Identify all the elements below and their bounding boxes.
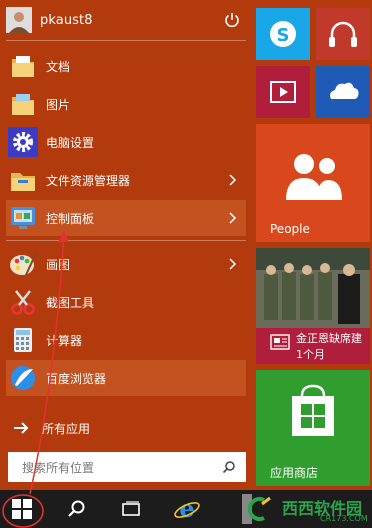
menu-item-snipping-tool[interactable]: 截图工具 — [6, 284, 246, 320]
news-headline: 金正恩缺席建 — [296, 332, 362, 345]
control-panel-icon — [8, 203, 38, 233]
menu-item-label: 图片 — [46, 97, 71, 112]
user-name: pkaust8 — [40, 12, 93, 28]
news-photo — [256, 248, 370, 328]
all-apps-button[interactable]: 所有应用 — [6, 410, 246, 446]
cloud-icon — [330, 82, 359, 99]
menu-item-pc-settings[interactable]: 电脑设置 — [6, 124, 246, 160]
menu-item-control-panel[interactable]: 控制面板 — [6, 200, 246, 236]
menu-item-file-explorer[interactable]: 文件资源管理器 — [6, 162, 246, 198]
svg-text:e: e — [179, 495, 194, 523]
skype-icon: S — [270, 21, 296, 47]
baidu-browser-icon — [8, 363, 38, 393]
news-age: 1个月 — [296, 348, 325, 361]
news-tile[interactable]: 金正恩缺席建 1个月 — [256, 248, 370, 364]
menu-item-label: 文件资源管理器 — [46, 173, 131, 188]
task-view-button[interactable] — [116, 490, 146, 528]
all-apps-label: 所有应用 — [42, 421, 91, 436]
newspaper-icon — [270, 334, 290, 350]
snipping-tool-icon — [8, 287, 38, 317]
internet-explorer-button[interactable]: e — [170, 490, 204, 528]
svg-text:S: S — [277, 25, 290, 46]
paint-icon — [8, 249, 38, 279]
search-icon[interactable] — [222, 460, 236, 474]
divider — [6, 240, 246, 241]
menu-item-label: 截图工具 — [46, 295, 95, 310]
folder-documents-icon — [8, 51, 38, 81]
settings-gear-icon — [8, 127, 38, 157]
taskbar: e 西西软件园 CR173.COM — [0, 490, 372, 528]
menu-item-label: 百度浏览器 — [46, 371, 107, 386]
windows-logo-icon — [12, 499, 32, 519]
live-tiles-area: S People 金正恩缺席建 1个月 应用商店 — [252, 0, 372, 490]
menu-item-label: 计算器 — [46, 333, 83, 348]
site-watermark: 西西软件园 CR173.COM — [230, 490, 372, 528]
store-tile[interactable]: 应用商店 — [256, 370, 370, 486]
user-avatar[interactable] — [6, 7, 32, 33]
video-tile[interactable] — [256, 66, 310, 118]
internet-explorer-icon: e — [174, 495, 200, 523]
chevron-right-icon[interactable] — [228, 173, 238, 187]
onedrive-tile[interactable] — [316, 66, 370, 118]
chevron-right-icon[interactable] — [228, 257, 238, 271]
video-play-icon — [270, 81, 296, 103]
search-input[interactable]: 搜索所有位置 — [8, 452, 246, 482]
music-tile[interactable] — [316, 8, 370, 60]
menu-item-pictures[interactable]: 图片 — [6, 86, 246, 122]
search-placeholder: 搜索所有位置 — [22, 460, 95, 475]
folder-pictures-icon — [8, 89, 38, 119]
store-bag-icon — [292, 384, 334, 436]
menu-item-calculator[interactable]: 计算器 — [6, 322, 246, 358]
user-account[interactable]: pkaust8 — [6, 6, 246, 34]
people-tile[interactable]: People — [256, 124, 370, 242]
start-button[interactable] — [0, 490, 44, 528]
menu-item-baidu-browser[interactable]: 百度浏览器 — [6, 360, 246, 396]
search-icon — [68, 500, 85, 517]
taskbar-search-button[interactable] — [62, 490, 92, 528]
people-label: People — [270, 222, 310, 236]
menu-item-label: 电脑设置 — [46, 135, 95, 150]
calculator-icon — [8, 325, 38, 355]
menu-item-label: 控制面板 — [46, 211, 95, 226]
menu-item-documents[interactable]: 文档 — [6, 48, 246, 84]
chevron-right-icon[interactable] — [228, 211, 238, 225]
power-icon[interactable] — [222, 10, 242, 30]
file-explorer-icon — [8, 165, 38, 195]
arrow-right-icon — [14, 422, 29, 434]
headphones-icon — [329, 21, 357, 47]
people-icon — [286, 154, 342, 200]
divider — [6, 40, 246, 41]
menu-item-paint[interactable]: 画图 — [6, 246, 246, 282]
start-menu-left-pane: pkaust8 文档 图片 电脑设置 文件资源管理器 控制面板 画图 截图工具 … — [0, 0, 250, 490]
watermark-subtext: CR173.COM — [320, 514, 368, 523]
skype-tile[interactable]: S — [256, 8, 310, 60]
task-view-icon — [122, 501, 140, 516]
store-label: 应用商店 — [270, 466, 319, 480]
menu-item-label: 画图 — [46, 257, 71, 272]
menu-item-label: 文档 — [46, 59, 71, 74]
watermark-logo-icon — [242, 494, 271, 524]
